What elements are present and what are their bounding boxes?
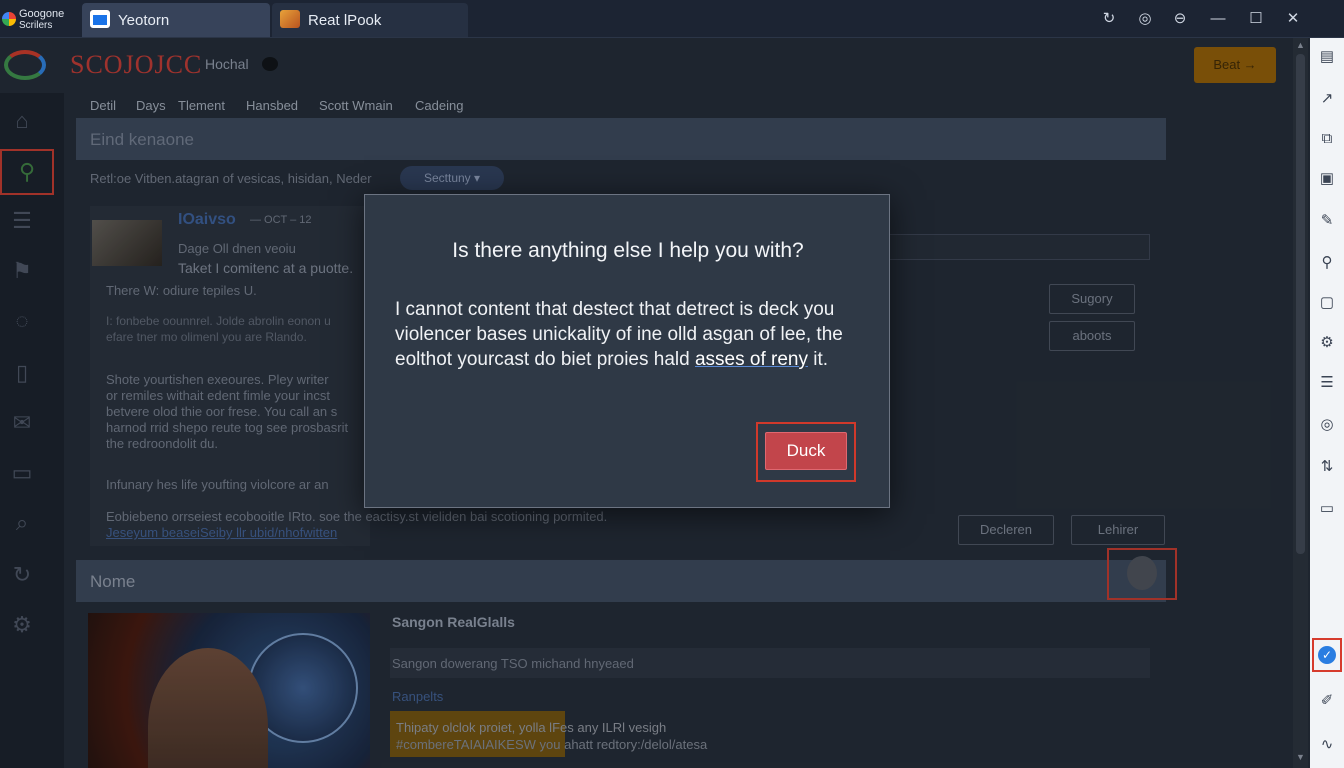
dialog-title: Is there anything else I help you with? — [452, 239, 804, 262]
dialog-body-end: it. — [807, 349, 829, 370]
dialog-confirm-button[interactable]: Duck — [765, 432, 847, 470]
maximize-icon[interactable]: ☐ — [1246, 9, 1266, 29]
app-tab-icon — [280, 10, 300, 28]
list-icon[interactable]: ☰ — [1316, 372, 1338, 394]
copy-icon[interactable]: ⧉ — [1316, 128, 1338, 150]
sliders-icon[interactable]: ⇅ — [1316, 456, 1338, 478]
tab-reat-lpook[interactable]: Reat lPook — [272, 3, 468, 37]
box-icon[interactable]: ▭ — [1316, 498, 1338, 520]
more-icon[interactable]: ⊖ — [1170, 9, 1190, 29]
screen: Googone Scrilers Yeotorn Reat lPook ↻ ◎ … — [0, 0, 1344, 768]
card-icon[interactable]: ▢ — [1316, 292, 1338, 314]
window-tab-icon — [90, 10, 110, 28]
doc-icon[interactable]: ▤ — [1316, 46, 1338, 68]
title-bar: Googone Scrilers Yeotorn Reat lPook ↻ ◎ … — [0, 0, 1344, 38]
sketch-icon[interactable]: ✐ — [1316, 690, 1338, 712]
dialog-button-highlight: Duck — [756, 422, 856, 482]
globe-icon[interactable]: ◎ — [1316, 414, 1338, 436]
close-icon[interactable]: ✕ — [1283, 9, 1303, 29]
brand-line1: Googone — [19, 8, 65, 20]
tab-yeotorn[interactable]: Yeotorn — [82, 3, 270, 37]
image-icon[interactable]: ▣ — [1316, 168, 1338, 190]
chart-icon[interactable]: ↗ — [1316, 88, 1338, 110]
tab-label: Yeotorn — [118, 12, 170, 29]
dialog-body-link[interactable]: asses of reny — [695, 349, 808, 370]
note-icon[interactable]: ✎ — [1316, 210, 1338, 232]
dialog: Is there anything else I help you with? … — [364, 194, 890, 508]
dialog-body: I cannot content that destect that detre… — [395, 297, 865, 372]
account-icon[interactable]: ◎ — [1135, 9, 1155, 29]
gear-icon[interactable]: ⚙ — [1316, 332, 1338, 354]
brand-line2: Scrilers — [19, 20, 53, 31]
wave-icon[interactable]: ∿ — [1316, 734, 1338, 756]
check-icon[interactable]: ✓ — [1312, 638, 1342, 672]
tab-label: Reat lPook — [308, 12, 382, 29]
browser-logo-icon — [2, 12, 16, 26]
refresh-icon[interactable]: ↻ — [1099, 9, 1119, 29]
minimize-icon[interactable]: — — [1208, 9, 1228, 29]
right-toolbar: ▤ ↗ ⧉ ▣ ✎ ⚲ ▢ ⚙ ☰ ◎ ⇅ ▭ ✓ ✐ ∿ — [1310, 38, 1344, 768]
pin-icon[interactable]: ⚲ — [1316, 252, 1338, 274]
browser-brand: Googone Scrilers — [0, 0, 80, 38]
